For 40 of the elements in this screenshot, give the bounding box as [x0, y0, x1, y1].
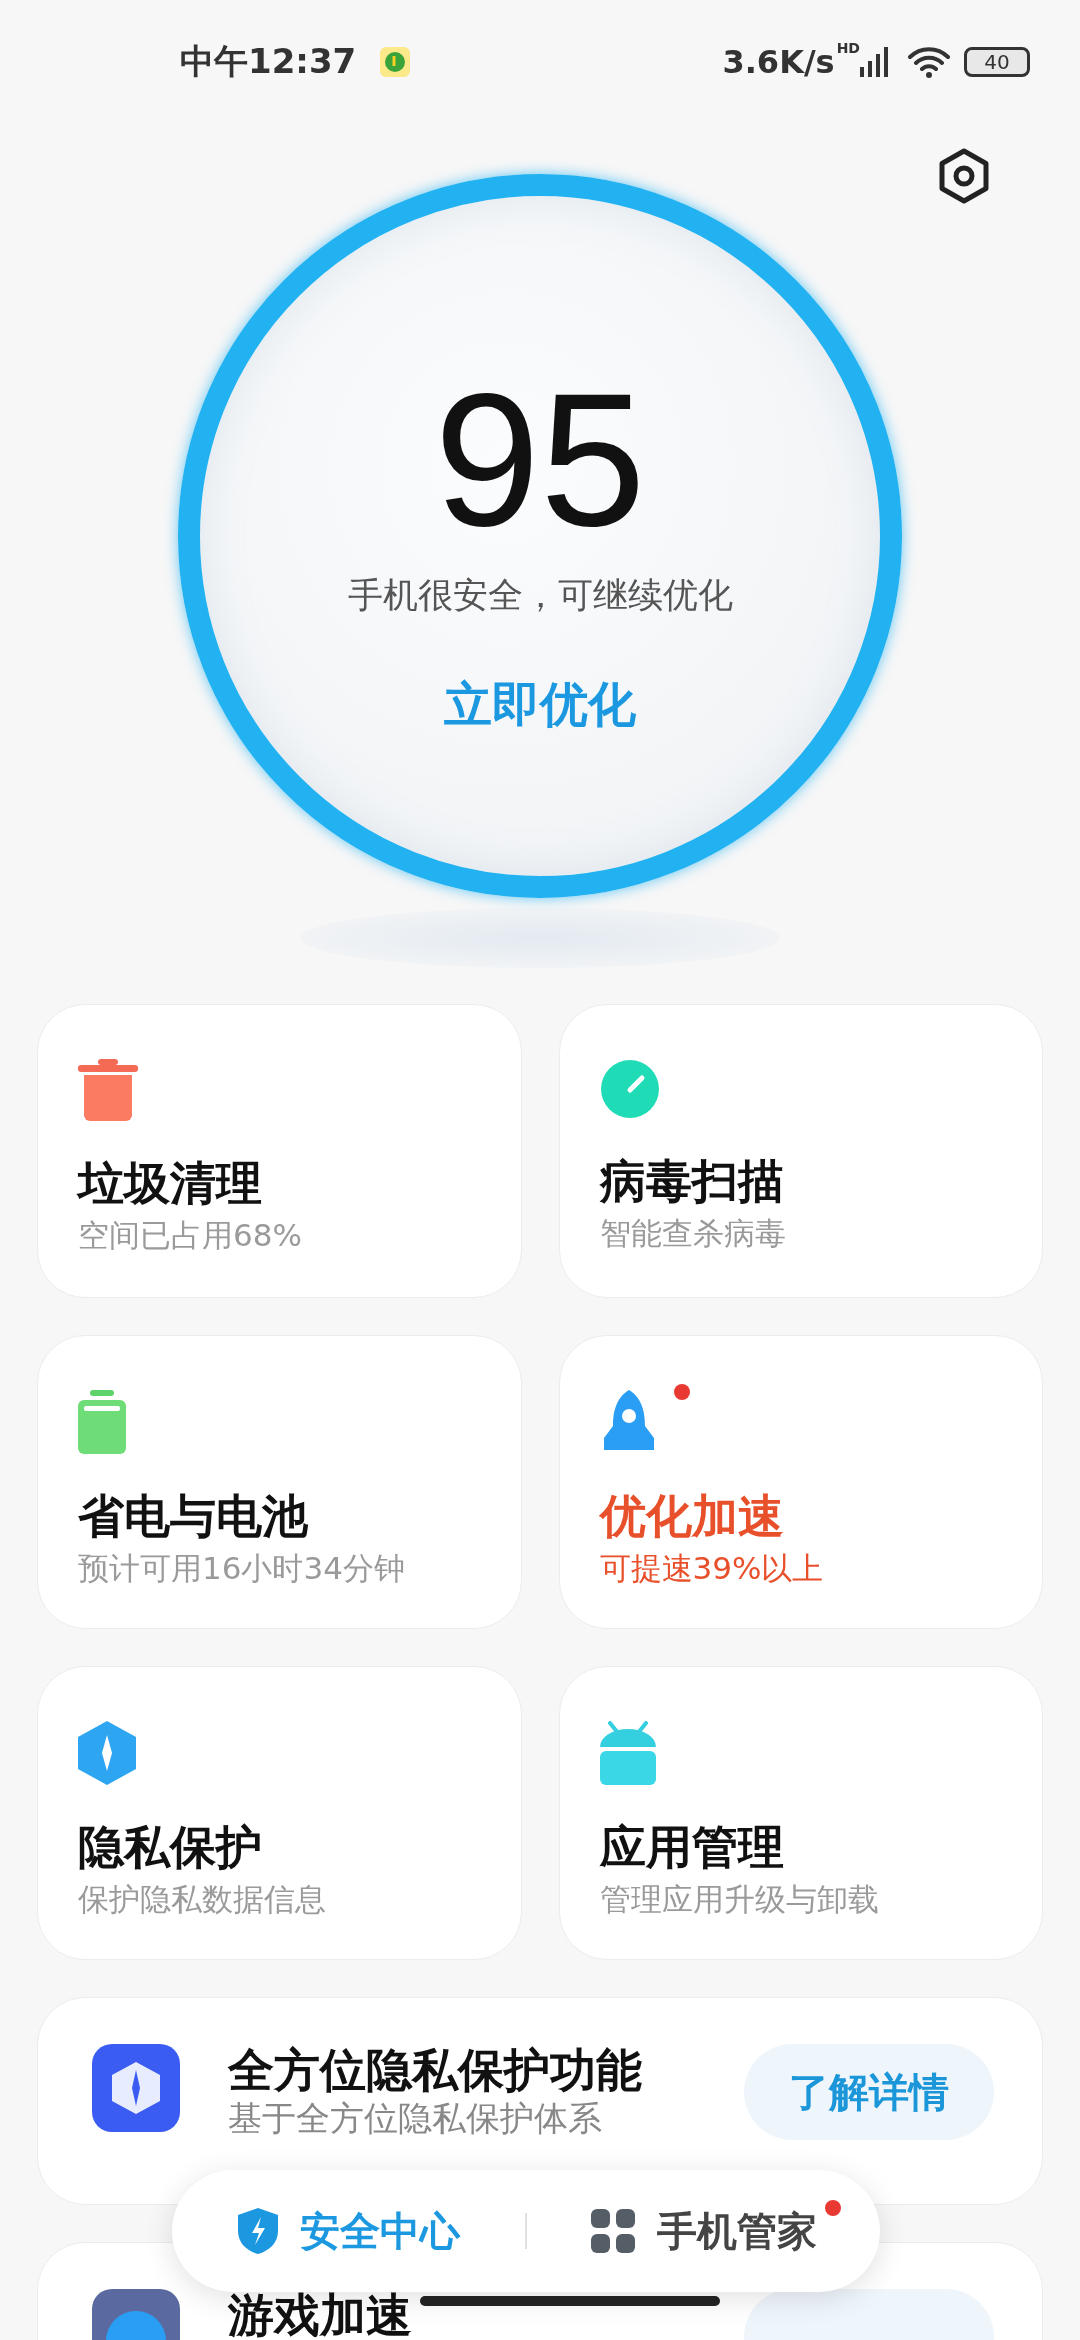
feature-card[interactable]: 应用管理 管理应用升级与卸载: [558, 1666, 1043, 1960]
score-value: 95: [434, 364, 646, 554]
card-title: 垃圾清理: [78, 1155, 262, 1211]
card-title: 病毒扫描: [599, 1153, 784, 1209]
card-subtitle: 智能查杀病毒: [599, 1214, 786, 1253]
robot-icon: [599, 1721, 656, 1785]
wifi-icon: [908, 46, 950, 78]
network-type: HD: [836, 40, 860, 56]
app-icon: [92, 2044, 180, 2132]
score-message: 手机很安全，可继续优化: [347, 574, 733, 617]
feature-card[interactable]: 病毒扫描 智能查杀病毒: [558, 1004, 1043, 1298]
promo-title: 全方位隐私保护功能: [228, 2046, 642, 2094]
trash-can-icon: [78, 1059, 138, 1121]
card-subtitle: 预计可用16小时34分钟: [78, 1549, 405, 1588]
gauge-icon: [599, 1059, 660, 1119]
signal-icon: [860, 47, 890, 77]
promo-subtitle: 基于全方位隐私保护体系: [228, 2097, 602, 2140]
status-time: 中午12:37: [180, 40, 357, 83]
battery-indicator: 40: [964, 47, 1030, 77]
battery-icon: [78, 1390, 126, 1454]
card-title: 省电与电池: [78, 1488, 308, 1544]
grid-icon: [590, 2209, 635, 2253]
card-subtitle: 管理应用升级与卸载: [599, 1880, 879, 1919]
card-title: 优化加速: [599, 1488, 784, 1544]
card-title: 应用管理: [599, 1819, 784, 1875]
feature-card[interactable]: 垃圾清理 空间已占用68%: [37, 1004, 522, 1298]
card-subtitle: 可提速39%以上: [599, 1549, 824, 1588]
promo-title: 游戏加速: [228, 2291, 412, 2339]
feature-card[interactable]: 隐私保护 保护隐私数据信息: [37, 1666, 522, 1960]
network-speed: 3.6K/s: [722, 43, 835, 81]
shield-hexagon-icon: [78, 1721, 136, 1785]
nav-tab[interactable]: 手机管家: [527, 2186, 880, 2276]
feature-card[interactable]: 省电与电池 预计可用16小时34分钟: [37, 1335, 522, 1629]
music-app-icon: [380, 47, 411, 77]
card-subtitle: 空间已占用68%: [78, 1216, 302, 1255]
card-title: 隐私保护: [78, 1819, 262, 1875]
card-subtitle: 保护隐私数据信息: [78, 1880, 326, 1919]
feature-card[interactable]: 优化加速 可提速39%以上: [558, 1335, 1043, 1629]
shield-icon: [237, 2208, 278, 2254]
settings-icon[interactable]: [938, 148, 990, 204]
